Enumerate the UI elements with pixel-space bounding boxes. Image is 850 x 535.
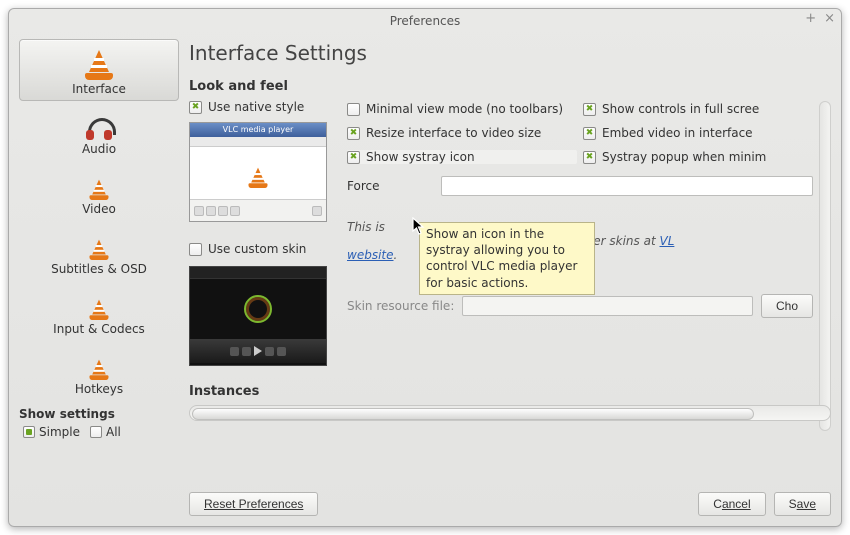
cone-icon xyxy=(89,240,108,260)
checkbox-label: Use native style xyxy=(208,100,304,114)
category-video[interactable]: Video xyxy=(19,165,179,221)
force-window-style-label: Force xyxy=(347,179,379,193)
skins-website-link[interactable]: VL xyxy=(659,234,674,248)
category-input-codecs[interactable]: Input & Codecs xyxy=(19,285,179,341)
section-look-and-feel: Look and feel xyxy=(189,79,831,94)
category-audio[interactable]: Audio xyxy=(19,105,179,161)
category-interface[interactable]: Interface xyxy=(19,39,179,101)
radio-label: Simple xyxy=(39,425,80,439)
window-title: Preferences xyxy=(390,14,461,28)
checkbox-label: Show controls in full scree xyxy=(602,102,759,116)
cone-icon xyxy=(89,360,108,380)
preferences-window: Preferences + × Interface Audio Video Su… xyxy=(8,8,842,527)
category-label: Interface xyxy=(72,82,126,96)
category-label: Input & Codecs xyxy=(53,322,145,336)
show-settings-all[interactable]: All xyxy=(90,425,121,439)
checkbox-label: Systray popup when minim xyxy=(602,150,766,164)
force-window-style-input[interactable] xyxy=(441,176,813,196)
checkbox-label: Embed video in interface xyxy=(602,126,753,140)
embed-video-checkbox[interactable]: Embed video in interface xyxy=(583,126,813,140)
minimal-view-checkbox[interactable]: Minimal view mode (no toolbars) xyxy=(347,102,577,116)
systray-popup-checkbox[interactable]: Systray popup when minim xyxy=(583,150,813,164)
headphones-icon xyxy=(86,116,112,140)
resize-to-video-checkbox[interactable]: Resize interface to video size xyxy=(347,126,577,140)
native-skin-preview: VLC media player xyxy=(189,122,327,222)
horizontal-scrollbar[interactable] xyxy=(189,405,831,421)
skin-resource-file-input[interactable] xyxy=(462,296,753,316)
category-label: Hotkeys xyxy=(75,382,123,396)
window-close-button[interactable]: × xyxy=(824,12,835,26)
category-label: Video xyxy=(82,202,116,216)
save-button[interactable]: Save xyxy=(774,492,831,516)
checkbox-label: Use custom skin xyxy=(208,242,306,256)
checkbox-label: Resize interface to video size xyxy=(366,126,541,140)
panel-title: Interface Settings xyxy=(189,41,831,65)
show-systray-icon-checkbox[interactable]: Show systray icon xyxy=(347,150,577,164)
use-custom-skin-checkbox[interactable]: Use custom skin xyxy=(189,242,339,256)
section-instances: Instances xyxy=(189,384,831,399)
category-sidebar: Interface Audio Video Subtitles & OSD In… xyxy=(19,39,179,516)
window-minimize-button[interactable]: + xyxy=(805,12,816,26)
show-controls-fullscreen-checkbox[interactable]: Show controls in full scree xyxy=(583,102,813,116)
category-hotkeys[interactable]: Hotkeys xyxy=(19,345,179,401)
titlebar: Preferences + × xyxy=(9,9,841,33)
cone-icon xyxy=(89,300,108,320)
reset-preferences-button[interactable]: Reset Preferences xyxy=(189,492,318,516)
cancel-button[interactable]: Cancel xyxy=(698,492,765,516)
use-native-style-checkbox[interactable]: Use native style xyxy=(189,100,339,114)
cone-icon xyxy=(85,50,113,80)
show-settings-group: Show settings Simple All xyxy=(19,407,179,439)
radio-label: All xyxy=(106,425,121,439)
show-settings-simple[interactable]: Simple xyxy=(23,425,80,439)
cone-icon xyxy=(89,180,108,200)
choose-skin-button[interactable]: Cho xyxy=(761,294,813,318)
checkbox-label: Show systray icon xyxy=(366,150,475,164)
show-settings-title: Show settings xyxy=(19,407,179,421)
tooltip: Show an icon in the systray allowing you… xyxy=(419,222,595,295)
cursor-icon xyxy=(412,217,428,237)
skin-resource-file-label: Skin resource file: xyxy=(347,299,454,313)
checkbox-label: Minimal view mode (no toolbars) xyxy=(366,102,563,116)
category-label: Subtitles & OSD xyxy=(51,262,147,276)
category-subtitles[interactable]: Subtitles & OSD xyxy=(19,225,179,281)
skins-website-link[interactable]: website xyxy=(347,248,394,262)
custom-skin-preview xyxy=(189,266,327,366)
category-label: Audio xyxy=(82,142,116,156)
